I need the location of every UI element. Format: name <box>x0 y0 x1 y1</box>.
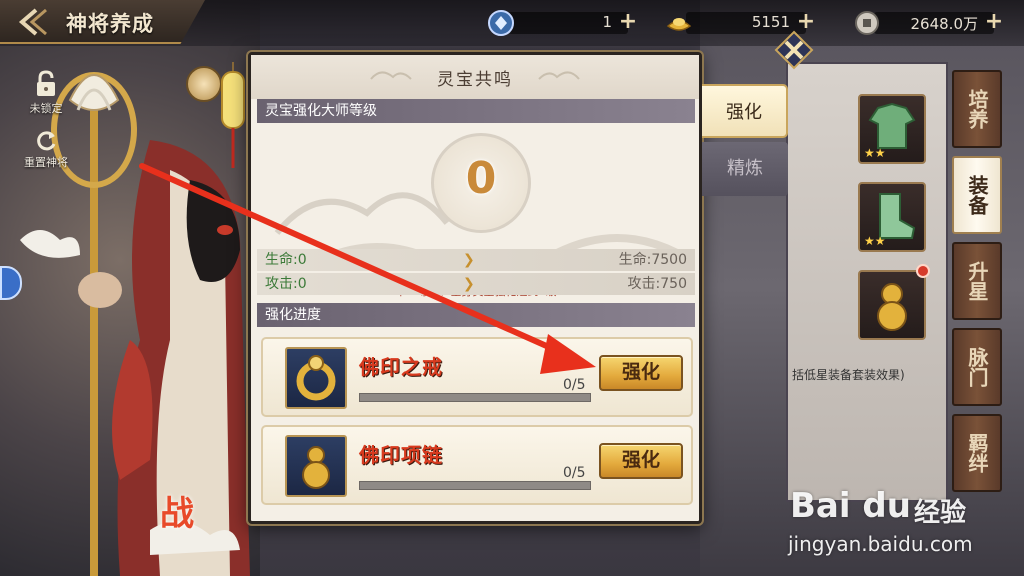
enhance-button[interactable]: 强化 <box>599 443 683 479</box>
equip-slot-armor[interactable]: ★★ <box>858 94 926 164</box>
resource-gold-value: 5151 <box>751 13 790 31</box>
resource-vip-value: 1 <box>602 13 612 31</box>
item-name: 佛印项链 <box>359 443 443 467</box>
lock-label: 未锁定 <box>29 102 63 115</box>
watermark-url: jingyan.baidu.com <box>788 532 973 556</box>
chevron-right-icon: ❯ <box>463 252 475 268</box>
enhance-progress-header: 强化进度 <box>257 303 695 327</box>
suit-effect-note: 括低星装备套装效果) <box>792 368 905 382</box>
dialog-title: 灵宝共鸣 <box>437 70 513 90</box>
top-bar: 神将养成 1 + 5151 + 2648.0万 + <box>0 0 1024 46</box>
tab-bond[interactable]: 羁绊 <box>952 414 1002 492</box>
enhance-button[interactable]: 强化 <box>599 355 683 391</box>
stat-next-hp: 生命:7500 <box>618 252 687 268</box>
page-title: 神将养成 <box>66 12 154 36</box>
dialog-header: 灵宝共鸣 <box>251 55 699 99</box>
back-arrow-icon <box>18 8 47 36</box>
tab-equipment[interactable]: 装备 <box>952 156 1002 234</box>
resource-coin-value: 2648.0万 <box>910 15 979 33</box>
stat-current-hp: 生命:0 <box>265 252 307 268</box>
watermark-subtitle: 经验 <box>914 498 967 528</box>
equip-slot-necklace[interactable] <box>858 264 930 340</box>
battle-badge: 战 <box>160 494 194 534</box>
add-gold-button[interactable]: + <box>796 11 816 33</box>
item-progress-text: 0/5 <box>563 377 586 393</box>
tab-refine[interactable]: 精炼 <box>702 142 788 196</box>
reset-label: 重置神将 <box>24 156 68 169</box>
equip-slot-boots[interactable]: ★★ <box>858 182 926 252</box>
ring-icon <box>296 355 336 401</box>
item-progress-text: 0/5 <box>563 465 586 481</box>
list-item: 佛印项链 0/5 强化 <box>261 425 693 505</box>
item-progress-bar <box>359 481 591 490</box>
tab-cultivate[interactable]: 培养 <box>952 70 1002 148</box>
add-vip-button[interactable]: + <box>618 11 638 33</box>
lantern-icon <box>221 62 245 168</box>
flower-ornament-icon <box>186 66 222 102</box>
item-icon-slot[interactable] <box>285 435 347 497</box>
reset-general-button[interactable]: 重置神将 <box>18 128 74 170</box>
list-item: 佛印之戒 0/5 强化 <box>261 337 693 417</box>
star-rating: ★★ <box>864 234 886 248</box>
close-button[interactable] <box>774 30 814 70</box>
close-icon <box>774 30 814 70</box>
resource-vip: 1 + <box>486 8 642 38</box>
resource-coin: 2648.0万 + <box>852 8 1008 38</box>
right-tab-column: 培养 装备 升星 脉门 羁绊 <box>952 70 1008 500</box>
notification-dot <box>916 264 930 278</box>
vip-badge-icon <box>488 10 514 36</box>
stat-row-attack: 攻击:0 ❯ 攻击:750 <box>257 273 695 295</box>
tab-meridian[interactable]: 脉门 <box>952 328 1002 406</box>
chevron-right-icon: ❯ <box>463 276 475 292</box>
gourd-necklace-icon <box>877 283 907 331</box>
watermark: Bai du 经验 jingyan.baidu.com <box>780 486 1010 566</box>
item-name: 佛印之戒 <box>359 355 443 379</box>
watermark-logo: Bai du <box>790 486 911 526</box>
item-icon-slot[interactable] <box>285 347 347 409</box>
stat-next-attack: 攻击:750 <box>627 276 687 292</box>
item-progress-bar <box>359 393 591 402</box>
tab-star-up[interactable]: 升星 <box>952 242 1002 320</box>
add-coin-button[interactable]: + <box>984 11 1004 33</box>
unlock-icon <box>37 70 55 96</box>
resource-gold: 5151 + <box>664 8 820 38</box>
gourd-necklace-icon <box>302 446 330 489</box>
refresh-icon <box>37 131 56 151</box>
treasure-resonance-dialog: 灵宝共鸣 灵宝强化大师等级 0 下一等级：全身灵宝强化达到5级 生命:0 ❯ 生… <box>248 52 702 524</box>
stat-current-attack: 攻击:0 <box>265 276 307 292</box>
master-level-header: 灵宝强化大师等级 <box>257 99 695 123</box>
gold-ingot-icon <box>666 18 692 31</box>
tab-enhance[interactable]: 强化 <box>702 84 788 138</box>
lock-toggle-button[interactable]: 未锁定 <box>18 70 74 116</box>
back-button[interactable] <box>14 6 54 38</box>
stat-row-hp: 生命:0 ❯ 生命:7500 <box>257 249 695 271</box>
master-level-value: 0 <box>465 153 497 204</box>
star-rating: ★★ <box>864 146 886 160</box>
copper-coin-icon <box>855 11 879 35</box>
